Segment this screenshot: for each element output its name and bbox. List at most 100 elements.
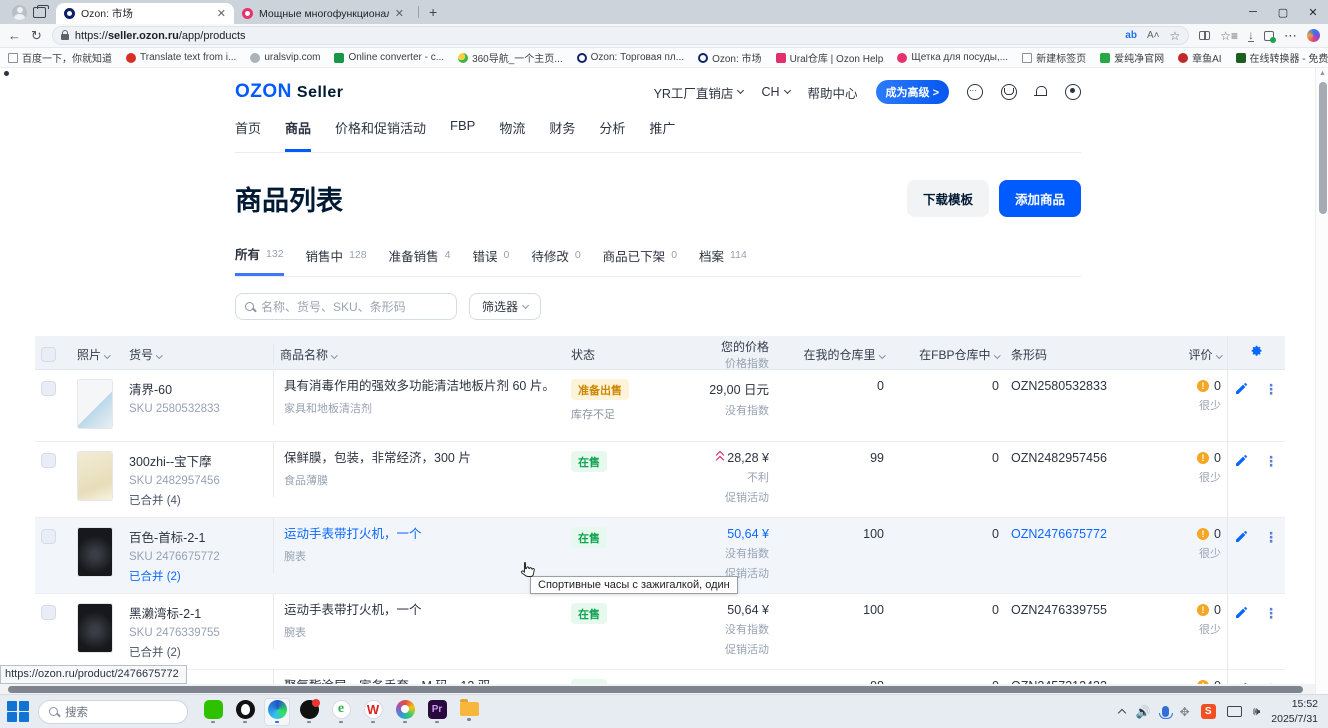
edge-icon[interactable]: [264, 698, 290, 726]
edit-pencil-icon[interactable]: [1235, 382, 1248, 395]
qq-icon[interactable]: [232, 698, 258, 726]
close-button[interactable]: ✕: [1298, 0, 1328, 24]
row-checkbox[interactable]: [41, 381, 56, 396]
bookmark-item[interactable]: Ozon: 市场: [698, 50, 761, 65]
profile-icon[interactable]: [1065, 84, 1081, 100]
row-menu-kebab-icon[interactable]: ⋮: [1264, 606, 1278, 620]
bookmark-item[interactable]: Щетка для посуды,...: [897, 52, 1008, 63]
search-input[interactable]: [261, 300, 431, 314]
minimize-button[interactable]: ─: [1238, 0, 1268, 24]
bookmark-item[interactable]: 百度一下，你就知道: [8, 50, 112, 65]
browser-profile-avatar[interactable]: [12, 5, 27, 20]
nav-promotions[interactable]: 价格和促销活动: [335, 118, 426, 152]
product-photo[interactable]: [77, 451, 113, 501]
product-photo[interactable]: [77, 603, 113, 653]
row-checkbox[interactable]: [41, 529, 56, 544]
product-search-box[interactable]: [235, 293, 457, 320]
col-article[interactable]: 货号: [123, 344, 273, 365]
bookmark-item[interactable]: Online converter - c...: [334, 52, 444, 63]
product-name[interactable]: 具有消毒作用的强效多功能清洁地板片剂 60 片。: [284, 379, 559, 395]
product-photo[interactable]: [77, 527, 113, 577]
language-selector[interactable]: CH: [761, 85, 789, 99]
scrollbar-up-arrow[interactable]: ▲: [1319, 70, 1326, 77]
wechat-icon[interactable]: [200, 698, 226, 726]
horizontal-scrollbar-thumb[interactable]: [8, 686, 1303, 693]
promo-link[interactable]: 促销活动: [675, 489, 769, 505]
table-row[interactable]: 清界-60SKU 2580532833 具有消毒作用的强效多功能清洁地板片剂 6…: [35, 370, 1285, 442]
row-menu-kebab-icon[interactable]: ⋮: [1264, 454, 1278, 468]
extensions-icon[interactable]: [1264, 31, 1274, 41]
edit-pencil-icon[interactable]: [1235, 454, 1248, 467]
browser-tab-active[interactable]: Ozon: 市场 ✕: [56, 3, 234, 24]
bookmark-item[interactable]: Ural仓库 | Ozon Help: [776, 50, 884, 65]
tab-close-icon[interactable]: ✕: [395, 7, 404, 20]
ie-icon[interactable]: e: [328, 698, 354, 726]
help-center-link[interactable]: 帮助中心: [808, 83, 858, 102]
start-button[interactable]: [6, 700, 30, 724]
product-name[interactable]: 保鲜膜，包装，非常经济，300 片: [284, 451, 559, 467]
edit-pencil-icon[interactable]: [1235, 606, 1248, 619]
download-template-button[interactable]: 下载模板: [907, 180, 989, 217]
nav-products[interactable]: 商品: [285, 118, 311, 152]
favorite-star-icon[interactable]: ☆: [1169, 29, 1180, 43]
nav-fbp[interactable]: FBP: [450, 118, 475, 152]
vertical-scrollbar[interactable]: ▲: [1315, 68, 1328, 694]
store-selector[interactable]: YR工厂直销店: [654, 83, 744, 102]
row-menu-kebab-icon[interactable]: ⋮: [1264, 530, 1278, 544]
bookmark-item[interactable]: 爱纯净官网: [1100, 50, 1164, 65]
hidden-icons-chevron[interactable]: [1117, 709, 1125, 717]
col-photo[interactable]: 照片: [71, 344, 123, 365]
merged-link[interactable]: 已合并 (2): [129, 568, 267, 584]
product-article[interactable]: 百色-首标-2-1: [129, 527, 267, 546]
maximize-button[interactable]: ▢: [1268, 0, 1298, 24]
tab-all[interactable]: 所有132: [235, 244, 284, 276]
premiere-icon[interactable]: Pr: [424, 698, 450, 726]
copilot-icon[interactable]: [1307, 29, 1320, 42]
nav-home[interactable]: 首页: [235, 118, 261, 152]
table-row[interactable]: 300zhi--宝下摩SKU 2482957456已合并 (4) 保鲜膜，包装，…: [35, 442, 1285, 518]
back-icon[interactable]: ←: [8, 29, 21, 42]
read-aloud-icon[interactable]: A˄: [1147, 30, 1160, 41]
nav-marketing[interactable]: 推广: [649, 118, 675, 152]
table-settings-gear-icon[interactable]: [1249, 344, 1265, 360]
lock-icon[interactable]: [61, 34, 69, 40]
remote-tool-icon[interactable]: ✥: [1180, 705, 1190, 719]
microphone-icon[interactable]: [1162, 706, 1169, 717]
premium-button[interactable]: 成为高级 >: [876, 80, 949, 104]
bookmark-item[interactable]: 新建标签页: [1022, 50, 1086, 65]
notifications-bell-icon[interactable]: [1035, 86, 1047, 99]
row-checkbox[interactable]: [41, 605, 56, 620]
bookmark-item[interactable]: uralsvip.com: [250, 52, 320, 63]
tab-selling[interactable]: 销售中128: [306, 244, 367, 276]
refresh-icon[interactable]: ↻: [31, 29, 42, 42]
ozon-logo[interactable]: OZONSeller: [235, 81, 343, 103]
product-article[interactable]: 黑濑湾标-2-1: [129, 603, 267, 622]
taskbar-search[interactable]: 搜索: [38, 700, 188, 724]
favorites-bar-icon[interactable]: ☆≡: [1220, 29, 1238, 43]
horizontal-scrollbar[interactable]: [0, 684, 1315, 694]
vertical-scrollbar-thumb[interactable]: [1319, 82, 1327, 214]
col-name[interactable]: 商品名称: [273, 344, 565, 365]
chat-icon[interactable]: [967, 84, 983, 100]
bookmark-item[interactable]: Translate text from i...: [126, 52, 236, 63]
translate-icon[interactable]: ab: [1125, 30, 1137, 41]
tab-errors[interactable]: 错误0: [472, 244, 509, 276]
bookmark-item[interactable]: 章鱼AI: [1178, 50, 1221, 65]
sogou-input-icon[interactable]: S: [1201, 704, 1216, 719]
browser-tab-2[interactable]: Мощные многофункциональнь ✕: [234, 3, 412, 24]
new-tab-button[interactable]: +: [429, 4, 437, 20]
row-menu-kebab-icon[interactable]: ⋮: [1264, 382, 1278, 396]
promo-link[interactable]: 促销活动: [675, 641, 769, 657]
bookmark-item[interactable]: 在线转换器 - 免费...: [1236, 50, 1328, 65]
product-name[interactable]: 运动手表带打火机，一个: [284, 603, 559, 619]
volume-icon[interactable]: 🕪: [1253, 704, 1261, 719]
taskbar-clock[interactable]: 15:522025/7/31: [1271, 697, 1318, 725]
add-product-button[interactable]: 添加商品: [999, 180, 1081, 217]
product-name-link[interactable]: 运动手表带打火机，一个: [284, 527, 559, 543]
wps-icon[interactable]: W: [360, 698, 386, 726]
product-price-link[interactable]: 50,64 ¥: [675, 527, 769, 541]
tab-unpublished[interactable]: 商品已下架0: [603, 244, 677, 276]
product-photo[interactable]: [77, 379, 113, 429]
filters-button[interactable]: 筛选器: [469, 293, 541, 320]
nav-analytics[interactable]: 分析: [599, 118, 625, 152]
